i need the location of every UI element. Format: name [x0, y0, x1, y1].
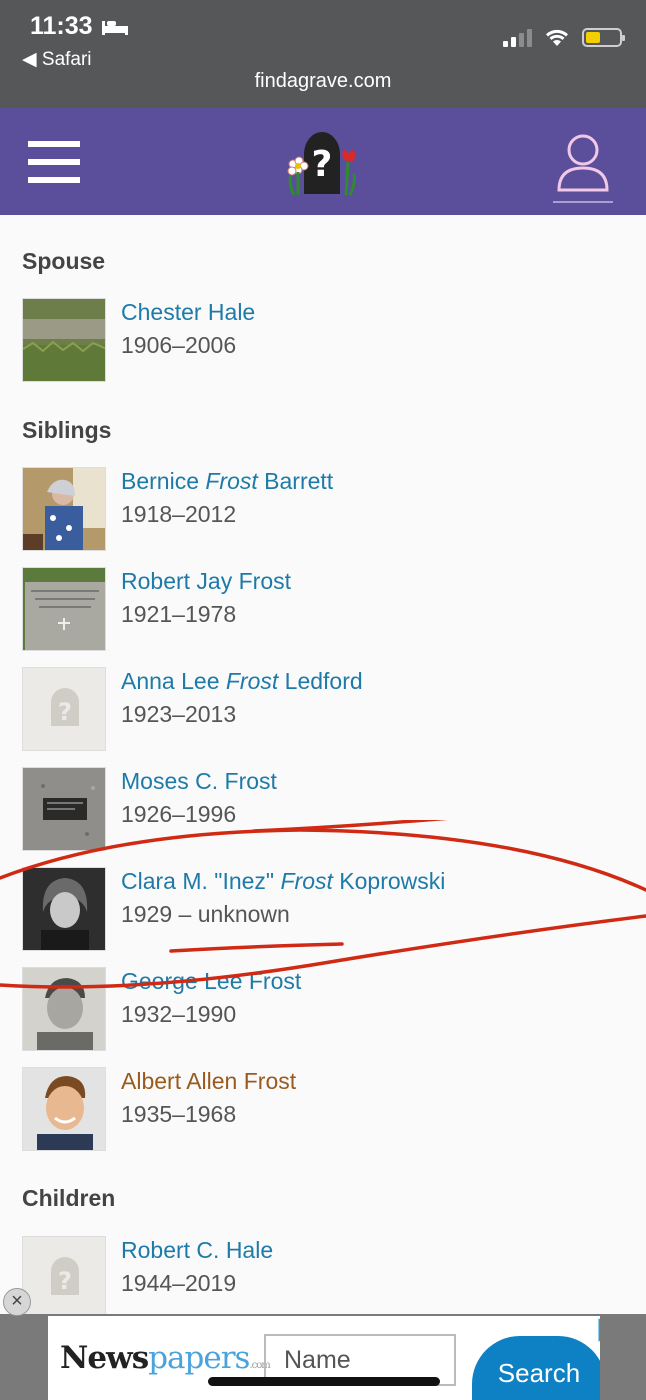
person-name-link[interactable]: Bernice Frost Barrett	[121, 468, 333, 495]
person-dates: 1926–1996	[121, 801, 237, 827]
person-dates: 1932–1990	[121, 1001, 237, 1027]
findagrave-logo-icon[interactable]: ?	[282, 120, 362, 200]
account-underline	[553, 201, 613, 203]
person-dates: 1921–1978	[121, 601, 237, 627]
no-photo-placeholder-icon: ?	[22, 1236, 106, 1320]
section-title-children: Children	[22, 1185, 116, 1211]
svg-text:?: ?	[58, 1267, 72, 1295]
site-header: ?	[0, 108, 646, 215]
person-row[interactable]: Chester Hale 1906–2006	[22, 298, 622, 384]
user-icon[interactable]	[555, 130, 611, 204]
status-bar: 11:33 ◀ Safari findagrave.com	[0, 0, 646, 108]
sleep-mode-icon	[101, 20, 128, 35]
gravestone-photo	[22, 298, 106, 382]
person-name-link[interactable]: George Lee Frost	[121, 968, 301, 995]
person-name-link[interactable]: Anna Lee Frost Ledford	[121, 668, 363, 695]
adchoices-icon[interactable]	[596, 1318, 600, 1342]
person-dates: 1906–2006	[121, 332, 237, 358]
wifi-icon	[546, 29, 568, 46]
person-row[interactable]: Albert Allen Frost 1935–1968	[22, 1067, 622, 1153]
ad-search-button[interactable]: Search	[472, 1336, 600, 1400]
back-to-safari-link[interactable]: ◀ Safari	[22, 48, 92, 71]
svg-text:?: ?	[58, 698, 72, 726]
home-indicator	[208, 1377, 440, 1386]
section-title-siblings: Siblings	[22, 417, 112, 443]
person-dates: 1918–2012	[121, 501, 237, 527]
person-name-link[interactable]: Chester Hale	[121, 299, 255, 326]
clock-time: 11:33	[30, 12, 93, 40]
person-row[interactable]: Moses C. Frost 1926–1996	[22, 767, 622, 853]
person-photo	[22, 467, 106, 551]
person-row[interactable]: George Lee Frost 1932–1990	[22, 967, 622, 1053]
person-name-link[interactable]: Albert Allen Frost	[121, 1068, 296, 1095]
status-indicators	[503, 28, 625, 47]
battery-icon	[582, 28, 625, 47]
address-url[interactable]: findagrave.com	[0, 70, 646, 93]
person-row[interactable]: ? Anna Lee Frost Ledford 1923–2013	[22, 667, 622, 753]
person-photo	[22, 967, 106, 1051]
close-ad-icon[interactable]: ×	[3, 1288, 31, 1316]
person-row[interactable]: Clara M. "Inez" Frost Koprowski 1929 – u…	[22, 867, 622, 953]
person-dates: 1935–1968	[121, 1101, 237, 1127]
person-name-link[interactable]: Robert Jay Frost	[121, 568, 291, 595]
status-time: 11:33	[30, 12, 129, 41]
person-row[interactable]: Robert Jay Frost 1921–1978	[22, 567, 622, 653]
person-name-link[interactable]: Clara M. "Inez" Frost Koprowski	[121, 868, 445, 895]
person-photo	[22, 867, 106, 951]
advertisement-banner: Newspapers.com Name Search	[0, 1314, 646, 1400]
signal-icon	[503, 28, 532, 47]
section-title-spouse: Spouse	[22, 248, 106, 274]
gravestone-photo	[22, 567, 106, 651]
newspapers-logo: Newspapers.com	[60, 1340, 271, 1376]
person-dates: 1929 – unknown	[121, 901, 290, 927]
no-photo-placeholder-icon: ?	[22, 667, 106, 751]
person-name-link[interactable]: Moses C. Frost	[121, 768, 277, 795]
newspapers-ad[interactable]: Newspapers.com Name Search	[48, 1316, 600, 1400]
person-dates: 1923–2013	[121, 701, 237, 727]
hamburger-icon[interactable]	[28, 141, 80, 183]
person-row[interactable]: ? Robert C. Hale 1944–2019	[22, 1236, 622, 1322]
person-name-link[interactable]: Robert C. Hale	[121, 1237, 273, 1264]
person-dates: 1944–2019	[121, 1270, 237, 1296]
person-photo	[22, 1067, 106, 1151]
person-row[interactable]: Bernice Frost Barrett 1918–2012	[22, 467, 622, 553]
svg-text:?: ?	[312, 144, 333, 185]
gravestone-photo	[22, 767, 106, 851]
